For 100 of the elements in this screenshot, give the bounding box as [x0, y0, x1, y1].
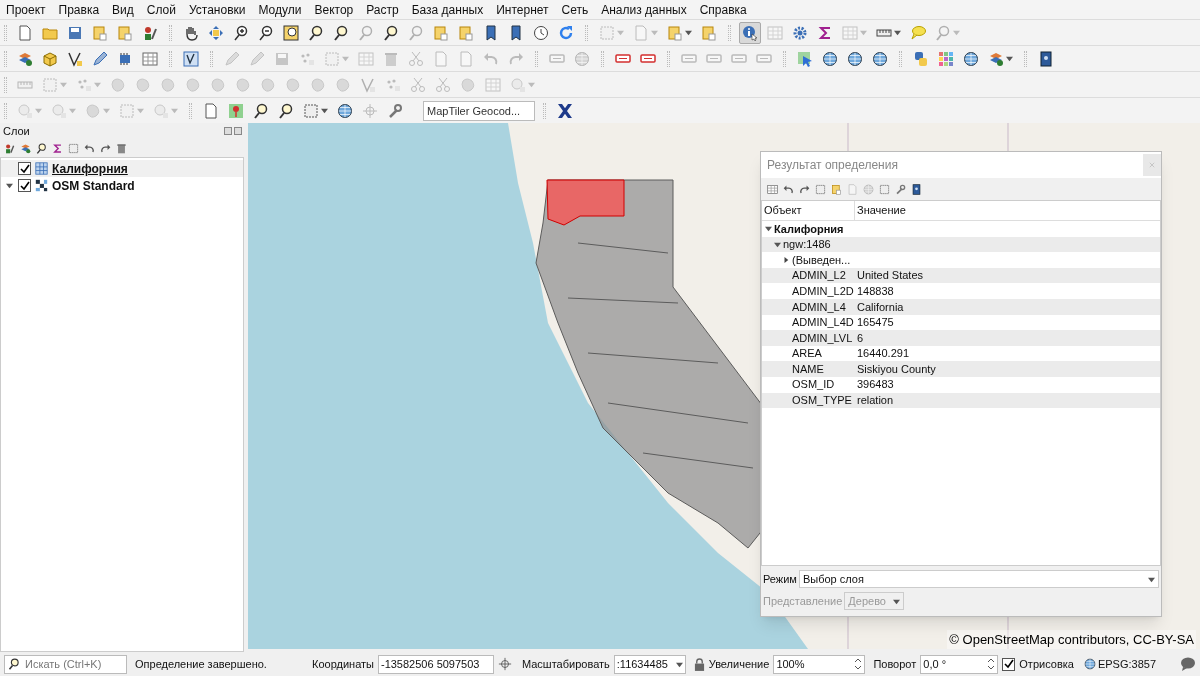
- menu-item[interactable]: Анализ данных: [599, 0, 689, 19]
- zoom-out-icon: [258, 24, 274, 41]
- attribute-value: 6: [856, 330, 864, 346]
- panel-tool-button[interactable]: [4, 142, 15, 154]
- layers-icon: [988, 50, 1004, 67]
- menu-item[interactable]: Растр: [364, 0, 401, 19]
- menu-item[interactable]: Установки: [187, 0, 248, 19]
- column-header[interactable]: Объект: [762, 201, 855, 220]
- tree-item[interactable]: AREA: [792, 345, 822, 362]
- tree-item[interactable]: ADMIN_L2: [792, 267, 846, 284]
- globe-icon: [847, 50, 863, 67]
- checkbox[interactable]: [1002, 657, 1016, 671]
- redo-icon: [100, 142, 111, 154]
- magnifier-icon: [278, 102, 294, 119]
- selection-icon: [119, 102, 135, 119]
- tree-item[interactable]: Калифорния: [774, 220, 844, 238]
- menu-item[interactable]: Справка: [697, 0, 749, 19]
- globe-icon: [822, 50, 838, 67]
- page-icon: [433, 24, 449, 41]
- tree-item[interactable]: ADMIN_L4: [792, 298, 846, 315]
- dialog-tool-button[interactable]: [895, 183, 906, 195]
- dialog-tool-button[interactable]: [911, 183, 922, 195]
- globe-icon: [1083, 658, 1096, 670]
- globe-icon: [872, 50, 888, 67]
- menu-item[interactable]: Сеть: [559, 0, 591, 19]
- tree-item[interactable]: NAME: [792, 360, 824, 378]
- dialog-tool-button[interactable]: [799, 183, 810, 195]
- tree-item[interactable]: ADMIN_L2D: [792, 282, 854, 300]
- magnifier-spinbox[interactable]: 100%: [773, 654, 866, 674]
- document-icon: [17, 24, 33, 41]
- x-logo-icon: [557, 102, 573, 119]
- attribute-value: 148838: [856, 283, 894, 299]
- page-icon: [458, 24, 474, 41]
- attribute-value: United States: [856, 268, 924, 284]
- blob-icon: [135, 76, 151, 93]
- panel-tool-button[interactable]: [100, 142, 111, 154]
- menu-item[interactable]: Правка: [56, 0, 102, 19]
- vertex-icon: [360, 76, 376, 93]
- arrows-icon: [208, 24, 224, 41]
- crs-button[interactable]: EPSG:3857: [1083, 655, 1156, 673]
- tree-item[interactable]: OSM_ID: [792, 376, 835, 393]
- page-icon: [667, 24, 683, 41]
- menu-item[interactable]: Вектор: [312, 0, 356, 19]
- status-message: Определение завершено.: [135, 656, 268, 672]
- panel-tool-button[interactable]: [36, 142, 47, 154]
- float-button[interactable]: [224, 127, 232, 135]
- menu-item[interactable]: Вид: [110, 0, 136, 19]
- shapes-icon: [142, 24, 158, 41]
- menu-item[interactable]: Слой: [144, 0, 178, 19]
- speech-bubble-icon: [910, 24, 926, 41]
- layer-item[interactable]: OSM Standard: [1, 177, 243, 194]
- panel-tool-button[interactable]: [20, 142, 31, 154]
- coordinates-field[interactable]: -13582506 5097503: [377, 654, 494, 674]
- caret-icon: [1148, 575, 1155, 583]
- panel-tool-button[interactable]: [84, 142, 95, 154]
- selection-icon: [879, 183, 890, 195]
- menu-item[interactable]: Интернет: [494, 0, 551, 19]
- dropdown[interactable]: Выбор слоя: [798, 570, 1159, 588]
- rotation-spinbox[interactable]: 0,0 °: [920, 654, 999, 674]
- checkbox[interactable]: [18, 162, 31, 175]
- menu-item[interactable]: База данных: [409, 0, 486, 19]
- spin-arrows-icon[interactable]: [987, 657, 996, 671]
- tree-item[interactable]: ADMIN_L4D: [792, 314, 854, 331]
- spin-arrows-icon[interactable]: [854, 657, 863, 671]
- dialog-title: Результат определения: [767, 157, 898, 174]
- field-label: Масштабировать: [521, 656, 610, 672]
- trash-icon: [383, 50, 399, 67]
- pencil-icon: [224, 50, 240, 67]
- attribute-value: Siskiyou County: [856, 361, 936, 377]
- document-icon: [433, 50, 449, 67]
- tree-item[interactable]: OSM_TYPE: [792, 392, 852, 409]
- map-pin-icon: [228, 102, 244, 119]
- info-cursor-icon: [742, 24, 758, 41]
- checkbox-label: Отрисовка: [1019, 656, 1074, 672]
- document-icon: [203, 102, 219, 119]
- dialog-tool-button[interactable]: [783, 183, 794, 195]
- close-button[interactable]: [234, 127, 242, 135]
- magnifier-icon: [358, 24, 374, 41]
- menu-item[interactable]: Проект: [4, 0, 48, 19]
- attribute-value: 165475: [856, 315, 894, 331]
- tree-item[interactable]: (Выведен...: [792, 251, 851, 269]
- message-icon[interactable]: [1180, 656, 1196, 672]
- grid-icon: [35, 162, 48, 175]
- vertex-icon: [67, 50, 83, 67]
- panel-tool-button[interactable]: [52, 142, 63, 154]
- table-icon: [358, 50, 374, 67]
- menu-item[interactable]: Модули: [256, 0, 304, 19]
- layer-item[interactable]: Калифорния: [1, 160, 243, 177]
- selection-icon: [324, 50, 340, 67]
- scale-dropdown[interactable]: :11634485: [613, 654, 686, 674]
- page-icon: [831, 183, 842, 195]
- tree-item[interactable]: ngw:1486: [783, 236, 831, 253]
- search-field[interactable]: Искать (Ctrl+K): [4, 654, 127, 674]
- tree-item[interactable]: ADMIN_LVL: [792, 329, 853, 347]
- blob-icon: [285, 76, 301, 93]
- blob-icon: [335, 76, 351, 93]
- geocoder-field[interactable]: MapTiler Geocod...: [423, 100, 535, 121]
- checkbox[interactable]: [18, 179, 31, 192]
- lock-icon[interactable]: [693, 657, 705, 671]
- column-header[interactable]: Значение: [855, 201, 1160, 220]
